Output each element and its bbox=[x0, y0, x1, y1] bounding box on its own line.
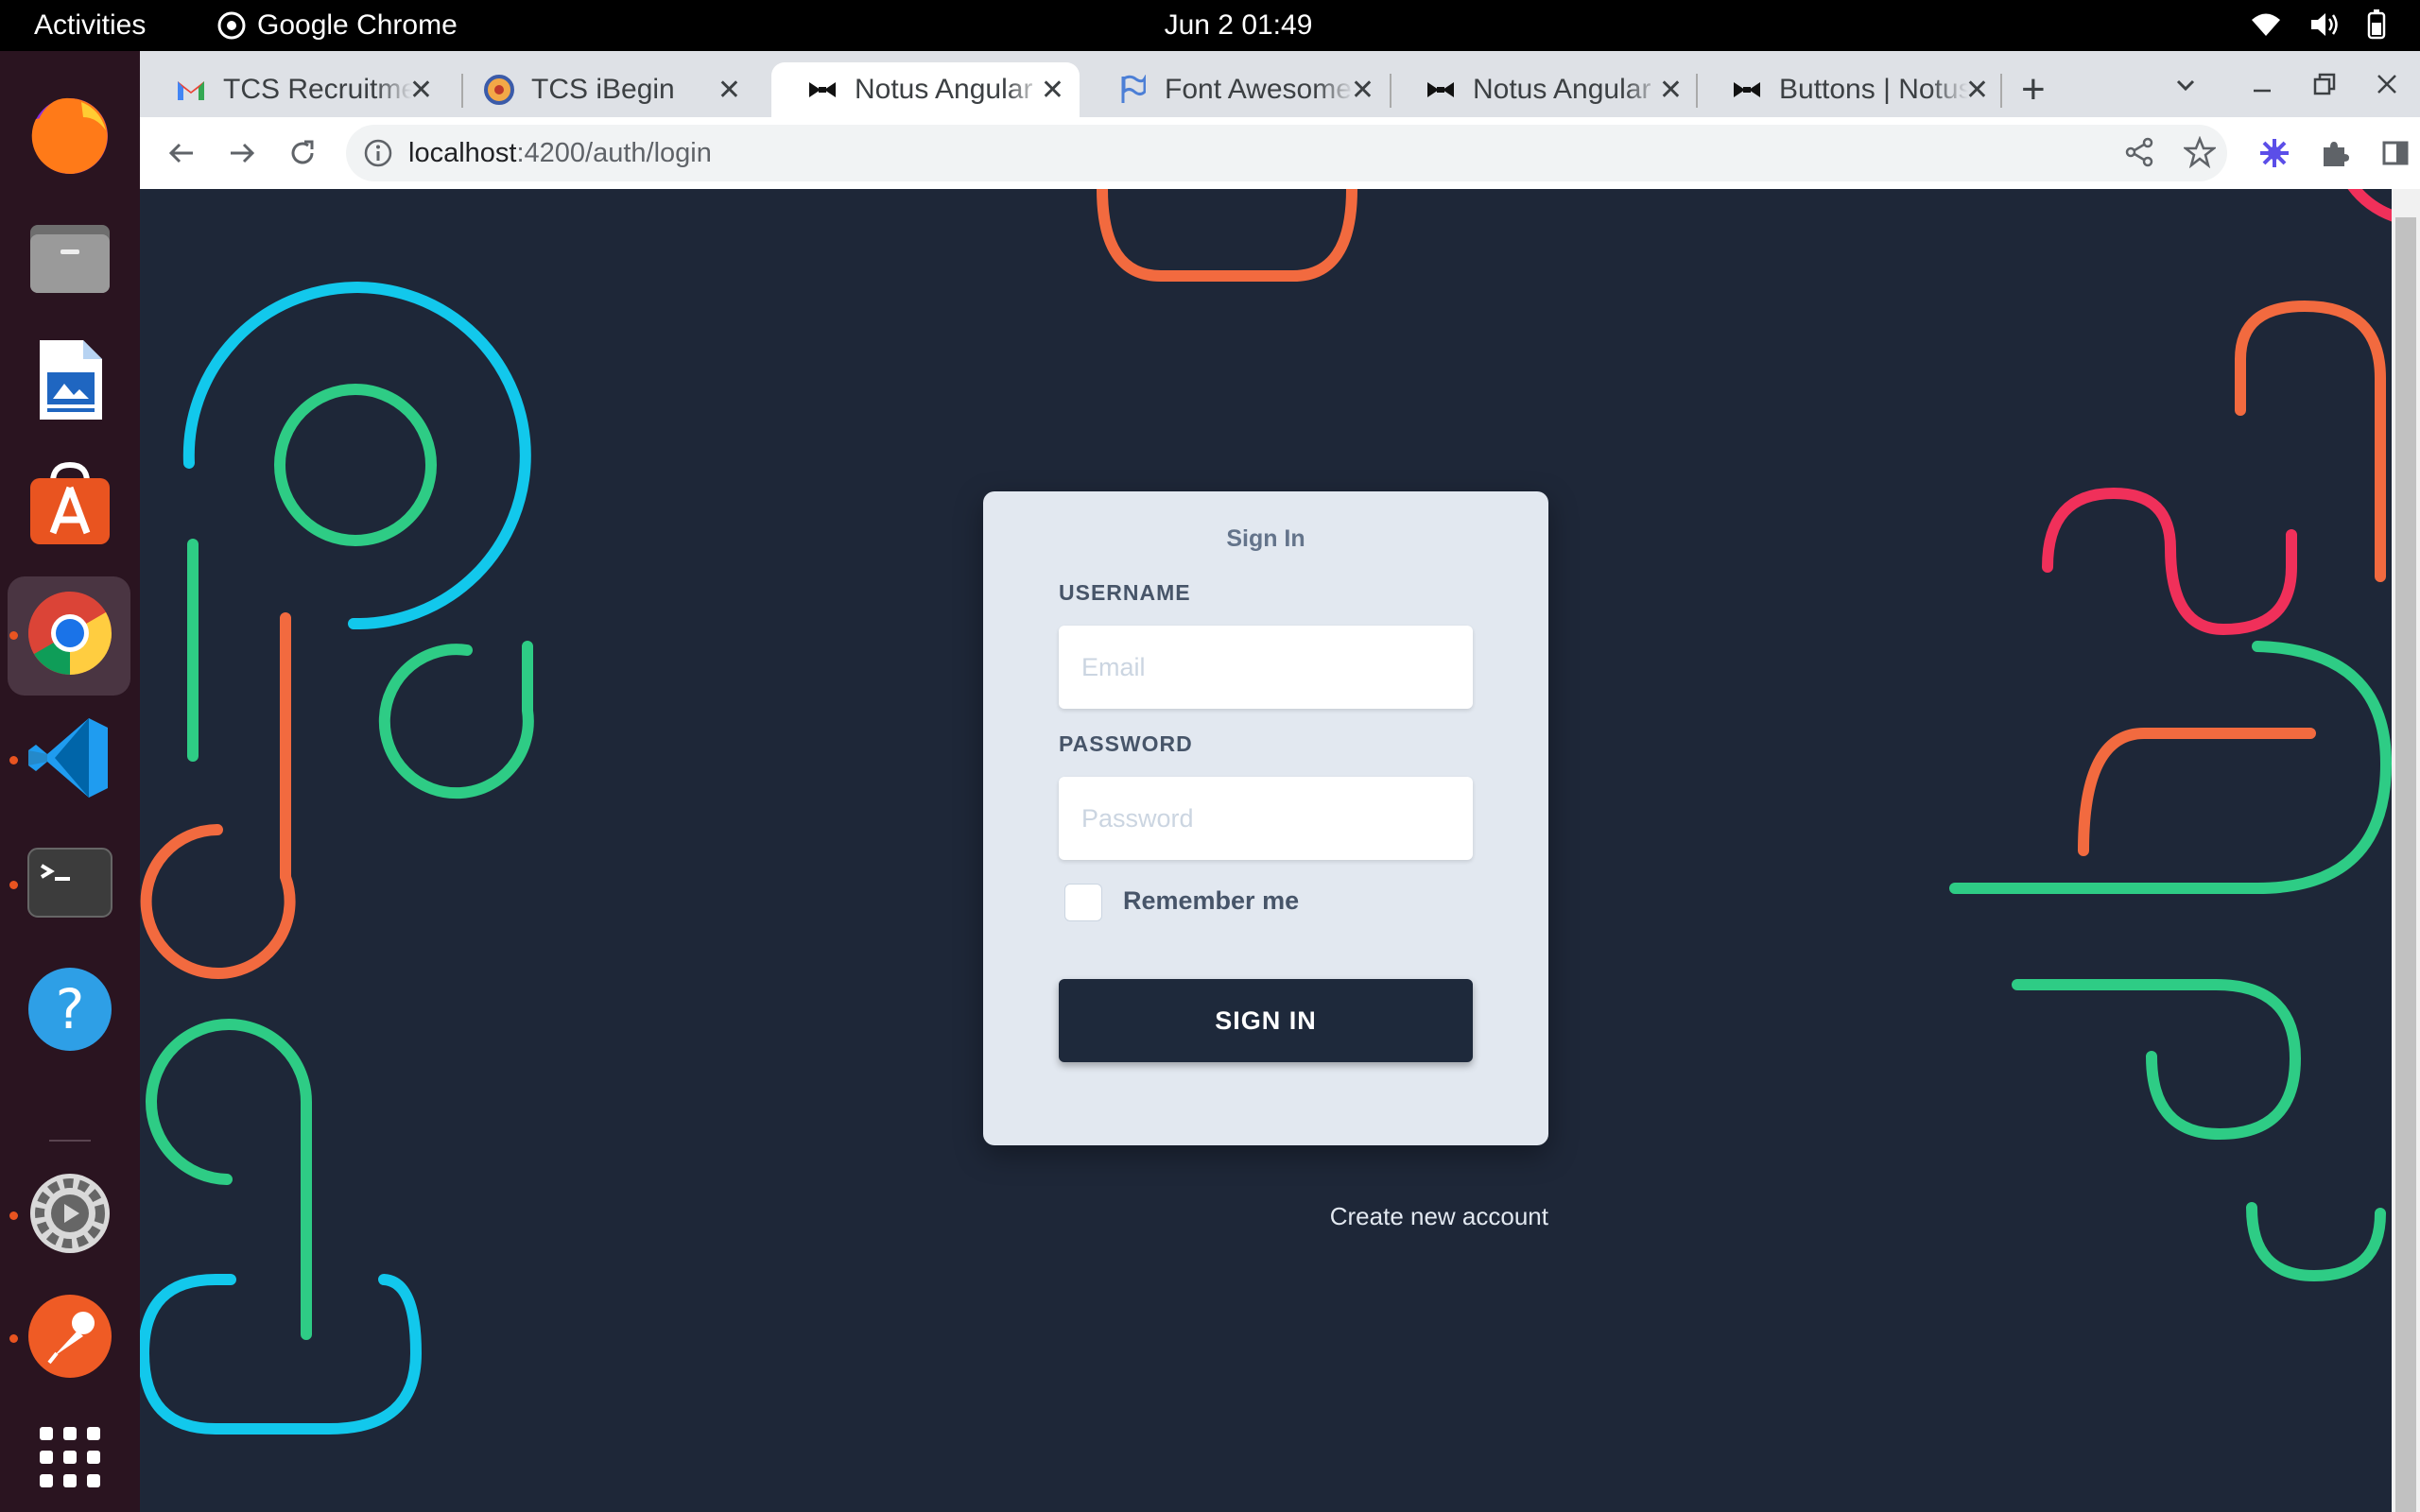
green-right-bottom-arc bbox=[2246, 1202, 2386, 1282]
username-input[interactable] bbox=[1059, 626, 1473, 709]
close-icon[interactable]: ✕ bbox=[1041, 74, 1064, 107]
green-small-hook bbox=[378, 641, 534, 799]
close-window-icon[interactable] bbox=[2373, 70, 2401, 103]
back-icon[interactable] bbox=[159, 130, 204, 176]
tab-notus-angular-active[interactable]: Notus Angular ✕ bbox=[771, 62, 1080, 117]
tcs-icon bbox=[484, 75, 514, 105]
vscode-icon[interactable] bbox=[25, 713, 115, 803]
orange-right-hook bbox=[2078, 728, 2316, 856]
svg-text:?: ? bbox=[56, 977, 85, 1041]
tab-title: TCS iBegin bbox=[531, 74, 675, 105]
green-circle bbox=[274, 384, 437, 546]
url-path: :4200/auth/login bbox=[516, 138, 712, 168]
extensions-puzzle-icon[interactable] bbox=[2312, 130, 2358, 176]
notus-icon bbox=[1732, 75, 1762, 105]
cyan-bottom-u bbox=[140, 1274, 423, 1435]
info-icon[interactable] bbox=[363, 138, 393, 176]
terminal-icon[interactable] bbox=[25, 837, 115, 928]
green-right-arc bbox=[1949, 641, 2392, 894]
password-label: PASSWORD bbox=[1059, 731, 1193, 756]
dock: ? bbox=[0, 51, 140, 1512]
running-indicator bbox=[9, 1211, 18, 1220]
tab-title: Buttons | Notus bbox=[1779, 74, 1968, 105]
battery-icon bbox=[2367, 9, 2386, 40]
firefox-icon[interactable] bbox=[25, 89, 115, 180]
pink-corner-arc bbox=[2347, 189, 2392, 222]
sign-in-button[interactable]: SIGN IN bbox=[1059, 979, 1473, 1062]
cyan-large-arc bbox=[182, 282, 531, 630]
orange-hook bbox=[140, 612, 296, 979]
volume-icon bbox=[2311, 13, 2338, 36]
system-top-bar: Activities Google Chrome Jun 2 01:49 bbox=[0, 0, 2420, 51]
orange-u-shape bbox=[1097, 189, 1357, 282]
tab-buttons-notus[interactable]: Buttons | Notus ✕ bbox=[1696, 62, 2004, 117]
running-indicator bbox=[9, 756, 18, 765]
new-tab-icon[interactable]: + bbox=[2021, 66, 2046, 113]
running-indicator bbox=[9, 881, 18, 889]
url-text[interactable]: localhost:4200/auth/login bbox=[408, 138, 712, 169]
close-icon[interactable]: ✕ bbox=[409, 74, 433, 107]
close-icon[interactable]: ✕ bbox=[1659, 74, 1683, 107]
remember-me-label[interactable]: Remember me bbox=[1123, 886, 1299, 916]
password-input[interactable] bbox=[1059, 777, 1473, 860]
files-icon[interactable] bbox=[25, 212, 115, 302]
running-indicator bbox=[9, 631, 18, 640]
gmail-icon bbox=[176, 75, 206, 105]
sign-in-heading: Sign In bbox=[1226, 525, 1305, 552]
forward-icon[interactable] bbox=[219, 130, 265, 176]
tab-tcs-ibegin[interactable]: TCS iBegin ✕ bbox=[448, 62, 756, 117]
green-right-hook bbox=[2012, 979, 2302, 1141]
pink-wave bbox=[2042, 487, 2297, 636]
browser-toolbar: localhost:4200/auth/login bbox=[140, 117, 2420, 190]
orange-right-arch bbox=[2235, 300, 2386, 582]
login-card: Sign In USERNAME PASSWORD Remember me SI… bbox=[983, 491, 1548, 1145]
tab-title: Font Awesome bbox=[1165, 74, 1352, 105]
tab-notus-angular[interactable]: Notus Angular ✕ bbox=[1390, 62, 1698, 117]
close-icon[interactable]: ✕ bbox=[717, 74, 741, 107]
reload-icon[interactable] bbox=[280, 130, 325, 176]
tab-title: Notus Angular bbox=[1473, 74, 1651, 105]
share-icon[interactable] bbox=[2123, 136, 2155, 176]
page-scrollbar[interactable] bbox=[2392, 189, 2420, 1512]
libreoffice-writer-icon[interactable] bbox=[25, 335, 115, 425]
extension-asterisk-icon[interactable] bbox=[2252, 130, 2297, 176]
show-apps-icon[interactable] bbox=[25, 1412, 115, 1503]
settings-icon[interactable] bbox=[25, 1168, 115, 1259]
side-panel-icon[interactable] bbox=[2373, 130, 2418, 176]
login-page: Sign In USERNAME PASSWORD Remember me SI… bbox=[140, 189, 2392, 1512]
tab-strip: TCS Recruitment ✕ TCS iBegin ✕ Notus Ang… bbox=[140, 51, 2420, 117]
tab-tcs-recruitment[interactable]: TCS Recruitment ✕ bbox=[140, 62, 448, 117]
notus-icon bbox=[1426, 75, 1456, 105]
flag-icon bbox=[1117, 75, 1148, 105]
notus-icon bbox=[807, 75, 838, 105]
tab-title: Notus Angular bbox=[855, 74, 1033, 105]
close-icon[interactable]: ✕ bbox=[1351, 74, 1374, 107]
address-bar[interactable]: localhost:4200/auth/login bbox=[346, 125, 2227, 181]
clock[interactable]: Jun 2 01:49 bbox=[0, 9, 2420, 42]
postman-icon[interactable] bbox=[25, 1291, 115, 1382]
chrome-icon[interactable] bbox=[25, 588, 115, 679]
close-icon[interactable]: ✕ bbox=[1965, 74, 1989, 107]
scrollbar-thumb[interactable] bbox=[2395, 217, 2416, 1512]
url-host: localhost bbox=[408, 138, 517, 168]
username-label: USERNAME bbox=[1059, 580, 1191, 605]
create-account-link[interactable]: Create new account bbox=[1329, 1202, 1548, 1231]
tab-title: TCS Recruitment bbox=[223, 74, 412, 105]
running-indicator bbox=[9, 1334, 18, 1343]
tab-font-awesome[interactable]: Font Awesome ✕ bbox=[1081, 62, 1390, 117]
restore-icon[interactable] bbox=[2310, 70, 2339, 103]
tab-search-icon[interactable] bbox=[2172, 72, 2199, 103]
wifi-icon bbox=[2252, 13, 2280, 36]
remember-me-checkbox[interactable] bbox=[1064, 884, 1102, 921]
system-tray[interactable] bbox=[2250, 9, 2386, 40]
help-icon[interactable]: ? bbox=[25, 964, 115, 1055]
bookmark-star-icon[interactable] bbox=[2182, 135, 2218, 176]
app-center-icon[interactable] bbox=[25, 457, 115, 548]
minimize-icon[interactable] bbox=[2248, 70, 2276, 103]
